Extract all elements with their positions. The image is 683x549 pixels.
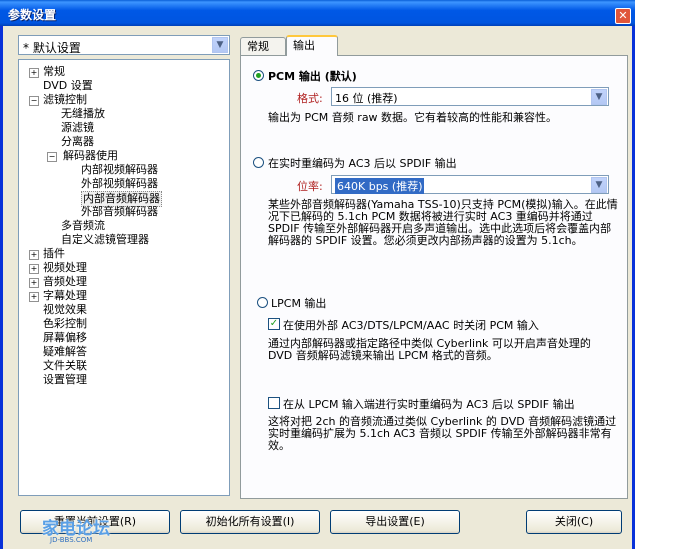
watermark-subtext: JD-BBS.COM	[50, 536, 93, 544]
watermark-logo: 家电论坛 JD-BBS.COM	[22, 512, 132, 548]
tree-item[interactable]: 视频处理	[43, 261, 87, 275]
tree-item[interactable]: 字幕处理	[43, 289, 87, 303]
tree-item[interactable]: 自定义滤镜管理器	[61, 233, 149, 247]
chevron-down-icon[interactable]: ▼	[212, 37, 228, 53]
ac3-spdif-radio[interactable]	[253, 157, 264, 168]
tree-item[interactable]: 疑难解答	[43, 345, 87, 359]
lpcm-output-radio[interactable]	[257, 297, 268, 308]
export-settings-button[interactable]: 导出设置(E)	[330, 510, 460, 534]
lpcm-reencode-checkbox[interactable]	[268, 397, 280, 409]
output-panel: PCM 输出 (默认) 格式: 16 位 (推荐) ▼ 输出为 PCM 音频 r…	[240, 55, 628, 499]
close-icon[interactable]: ✕	[615, 8, 631, 24]
tree-item[interactable]: 滤镜控制	[43, 93, 87, 107]
tree-expander-icon[interactable]: +	[29, 264, 39, 274]
tree-item[interactable]: 内部视频解码器	[81, 163, 158, 177]
bitrate-select[interactable]: 640K bps (推荐) ▼	[331, 175, 609, 194]
pcm-output-radio[interactable]	[253, 70, 264, 81]
tree-item[interactable]: 多音频流	[61, 219, 105, 233]
tree-item[interactable]: 分离器	[61, 135, 94, 149]
bitrate-value: 640K bps (推荐)	[335, 178, 425, 194]
tree-item[interactable]: 外部音频解码器	[81, 205, 158, 219]
disable-pcm-input-label: 在使用外部 AC3/DTS/LPCM/AAC 时关闭 PCM 输入	[283, 319, 539, 332]
tree-expander-icon[interactable]: −	[47, 152, 57, 162]
tree-expander-icon[interactable]: +	[29, 278, 39, 288]
format-label: 格式:	[297, 92, 323, 105]
tree-expander-icon[interactable]: +	[29, 68, 39, 78]
initialize-all-button[interactable]: 初始化所有设置(I)	[180, 510, 320, 534]
preset-value: * 默认设置	[23, 41, 81, 55]
tree-item[interactable]: 常规	[43, 65, 65, 79]
pcm-output-label: PCM 输出 (默认)	[268, 70, 357, 83]
tree-expander-icon[interactable]: −	[29, 96, 39, 106]
settings-tree[interactable]: + 常规 DVD 设置 − 滤镜控制 无缝播放 源滤镜 分离器 − 解码器使用 内部视频解码器 外部视…	[18, 59, 230, 496]
tree-item[interactable]: DVD 设置	[43, 79, 93, 93]
pcm-description: 输出为 PCM 音频 raw 数据。它有着较高的性能和兼容性。	[268, 111, 558, 124]
tree-item[interactable]: 设置管理	[43, 373, 87, 387]
close-button[interactable]: 关闭(C)	[526, 510, 622, 534]
tree-expander-icon[interactable]: +	[29, 292, 39, 302]
chevron-down-icon[interactable]: ▼	[591, 177, 607, 193]
tree-item[interactable]: 插件	[43, 247, 65, 261]
tree-item[interactable]: 屏幕偏移	[43, 331, 87, 345]
tab-general[interactable]: 常规	[240, 37, 286, 55]
lpcm-reencode-label: 在从 LPCM 输入端进行实时重编码为 AC3 后以 SPDIF 输出	[283, 398, 575, 411]
chevron-down-icon[interactable]: ▼	[591, 89, 607, 105]
lpcm-description: 通过内部解码器或指定路径中类似 Cyberlink 可以开启声音处理的 DVD …	[268, 337, 591, 362]
tab-output[interactable]: 输出	[286, 35, 338, 56]
tree-item[interactable]: 外部视频解码器	[81, 177, 158, 191]
tree-item[interactable]: 音频处理	[43, 275, 87, 289]
lpcm-output-label: LPCM 输出	[271, 297, 327, 310]
preset-select[interactable]: * 默认设置 ▼	[18, 35, 230, 55]
tree-item[interactable]: 无缝播放	[61, 107, 105, 121]
window-title: 参数设置	[8, 8, 57, 22]
format-select[interactable]: 16 位 (推荐) ▼	[331, 87, 609, 106]
tree-item[interactable]: 源滤镜	[61, 121, 94, 135]
tree-expander-icon[interactable]: +	[29, 250, 39, 260]
ac3-spdif-label: 在实时重编码为 AC3 后以 SPDIF 输出	[268, 157, 457, 170]
ac3-description: 某些外部音频解码器(Yamaha TSS-10)只支持 PCM(模拟)输入。在此…	[268, 198, 618, 247]
format-value: 16 位 (推荐)	[335, 92, 398, 105]
title-bar[interactable]: 参数设置 ✕	[0, 0, 635, 26]
reencode-description: 这将对把 2ch 的音频流通过类似 Cyberlink 的 DVD 音频解码滤镜…	[268, 415, 617, 452]
tree-item[interactable]: 文件关联	[43, 359, 87, 373]
tree-item[interactable]: 色彩控制	[43, 317, 87, 331]
tree-item[interactable]: 解码器使用	[63, 149, 118, 163]
disable-pcm-input-checkbox[interactable]: ✓	[268, 318, 280, 330]
tree-item[interactable]: 视觉效果	[43, 303, 87, 317]
bitrate-label: 位率:	[297, 180, 323, 193]
